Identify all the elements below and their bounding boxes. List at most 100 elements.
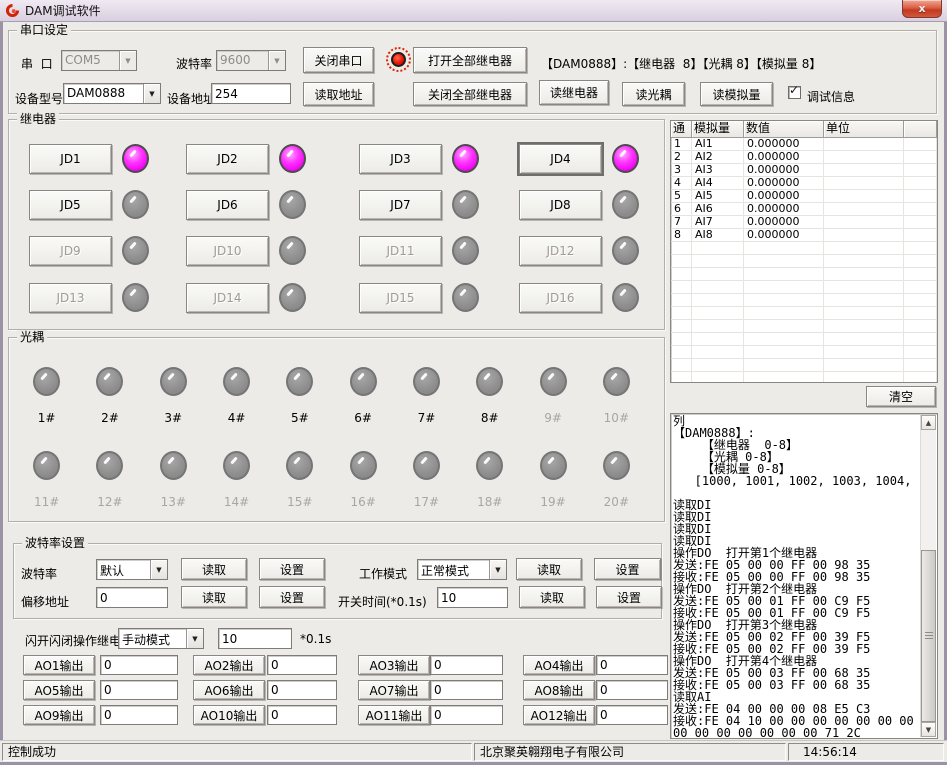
relay-button-jd10[interactable]: JD10 bbox=[186, 236, 269, 266]
ao-output-input-1[interactable] bbox=[100, 655, 178, 675]
relay-button-jd8[interactable]: JD8 bbox=[519, 190, 602, 220]
ao-output-button-8[interactable]: AO8输出 bbox=[523, 680, 595, 700]
table-row[interactable]: 2AI20.000000 bbox=[671, 151, 937, 164]
table-cell bbox=[904, 216, 937, 229]
ao-output-input-5[interactable] bbox=[100, 680, 178, 700]
close-all-relays-button[interactable]: 关闭全部继电器 bbox=[413, 82, 527, 106]
table-row[interactable]: 4AI40.000000 bbox=[671, 177, 937, 190]
ao-output-button-1[interactable]: AO1输出 bbox=[23, 655, 95, 675]
work-mode-select[interactable]: 正常模式 ▼ bbox=[417, 559, 507, 580]
ao-output-input-4[interactable] bbox=[596, 655, 668, 675]
log-scrollbar[interactable]: ▲ ▼ bbox=[920, 415, 936, 737]
table-cell bbox=[824, 372, 904, 383]
ao-output-button-6[interactable]: AO6输出 bbox=[193, 680, 265, 700]
close-button[interactable]: x bbox=[902, 0, 942, 18]
table-row[interactable] bbox=[671, 307, 937, 320]
ao-output-input-3[interactable] bbox=[430, 655, 503, 675]
table-row[interactable] bbox=[671, 255, 937, 268]
table-row[interactable] bbox=[671, 372, 937, 383]
relay-cell: JD13 bbox=[29, 283, 151, 313]
log-text[interactable]: 列【DAM0888】: 【继电器 0-8】 【光耦 0-8】 【模拟量 0-8】… bbox=[673, 415, 919, 737]
ao-output-button-10[interactable]: AO10输出 bbox=[193, 705, 265, 725]
read-relay-button[interactable]: 读继电器 bbox=[539, 80, 609, 105]
read-analog-button[interactable]: 读模拟量 bbox=[700, 82, 773, 106]
relay-button-jd6[interactable]: JD6 bbox=[186, 190, 269, 220]
relay-button-jd16[interactable]: JD16 bbox=[519, 283, 602, 313]
ao-output-input-9[interactable] bbox=[100, 705, 178, 725]
read-address-button[interactable]: 读取地址 bbox=[303, 82, 374, 106]
serial-group-title: 串口设定 bbox=[17, 23, 71, 38]
offset-set-button[interactable]: 设置 bbox=[259, 586, 325, 608]
relay-button-jd2[interactable]: JD2 bbox=[186, 144, 269, 174]
ao-output-button-3[interactable]: AO3输出 bbox=[358, 655, 430, 675]
table-row[interactable] bbox=[671, 268, 937, 281]
ao-output-button-5[interactable]: AO5输出 bbox=[23, 680, 95, 700]
switch-time-read-button[interactable]: 读取 bbox=[519, 586, 585, 608]
ao-output-input-12[interactable] bbox=[596, 705, 668, 725]
ao-output-button-2[interactable]: AO2输出 bbox=[193, 655, 265, 675]
table-row[interactable] bbox=[671, 359, 937, 372]
baud-setting-select[interactable]: 默认 ▼ bbox=[96, 559, 168, 580]
relay-button-jd4[interactable]: JD4 bbox=[519, 144, 602, 174]
baud-read-button[interactable]: 读取 bbox=[181, 558, 247, 580]
table-cell bbox=[671, 307, 692, 320]
relay-button-jd15[interactable]: JD15 bbox=[359, 283, 442, 313]
table-row[interactable]: 7AI70.000000 bbox=[671, 216, 937, 229]
table-row[interactable]: 8AI80.000000 bbox=[671, 229, 937, 242]
baud-select[interactable]: 9600 ▼ bbox=[216, 50, 286, 71]
ao-output-button-9[interactable]: AO9输出 bbox=[23, 705, 95, 725]
ao-output-input-6[interactable] bbox=[267, 680, 337, 700]
open-all-relays-button[interactable]: 打开全部继电器 bbox=[413, 47, 527, 73]
port-select[interactable]: COM5 ▼ bbox=[61, 50, 137, 71]
ao-output-input-10[interactable] bbox=[267, 705, 337, 725]
relay-button-jd3[interactable]: JD3 bbox=[359, 144, 442, 174]
ao-output-button-4[interactable]: AO4输出 bbox=[523, 655, 595, 675]
flash-time-input[interactable] bbox=[218, 628, 292, 649]
switch-time-input[interactable] bbox=[437, 587, 508, 608]
relay-button-jd1[interactable]: JD1 bbox=[29, 144, 112, 174]
table-row[interactable] bbox=[671, 242, 937, 255]
relay-button-jd12[interactable]: JD12 bbox=[519, 236, 602, 266]
read-opto-button[interactable]: 读光耦 bbox=[622, 82, 685, 106]
close-serial-button[interactable]: 关闭串口 bbox=[303, 47, 374, 73]
table-row[interactable]: 5AI50.000000 bbox=[671, 190, 937, 203]
debug-info-checkbox[interactable]: ✓ bbox=[788, 86, 801, 99]
scroll-down-icon[interactable]: ▼ bbox=[921, 722, 936, 737]
table-row[interactable] bbox=[671, 320, 937, 333]
table-row[interactable]: 1AI10.000000 bbox=[671, 138, 937, 151]
offset-read-button[interactable]: 读取 bbox=[181, 586, 247, 608]
relay-button-jd13[interactable]: JD13 bbox=[29, 283, 112, 313]
relay-button-jd9[interactable]: JD9 bbox=[29, 236, 112, 266]
table-row[interactable] bbox=[671, 346, 937, 359]
device-address-input[interactable] bbox=[211, 83, 291, 104]
ao-output-button-12[interactable]: AO12输出 bbox=[523, 705, 595, 725]
baud-set-button[interactable]: 设置 bbox=[259, 558, 325, 580]
switch-time-set-button[interactable]: 设置 bbox=[596, 586, 662, 608]
scrollbar-thumb[interactable] bbox=[921, 550, 936, 722]
ao-output-input-8[interactable] bbox=[596, 680, 668, 700]
flash-mode-select[interactable]: 手动模式 ▼ bbox=[118, 628, 204, 649]
ao-output-button-11[interactable]: AO11输出 bbox=[358, 705, 430, 725]
relay-button-jd7[interactable]: JD7 bbox=[359, 190, 442, 220]
table-row[interactable] bbox=[671, 333, 937, 346]
opto-label: 11# bbox=[34, 495, 59, 509]
clear-button[interactable]: 清空 bbox=[866, 386, 936, 407]
relay-button-jd5[interactable]: JD5 bbox=[29, 190, 112, 220]
table-cell bbox=[744, 320, 824, 333]
relay-button-jd11[interactable]: JD11 bbox=[359, 236, 442, 266]
table-row[interactable] bbox=[671, 281, 937, 294]
work-mode-set-button[interactable]: 设置 bbox=[594, 558, 661, 580]
work-mode-read-button[interactable]: 读取 bbox=[516, 558, 582, 580]
opto-label: 1# bbox=[38, 411, 56, 425]
ao-output-input-11[interactable] bbox=[430, 705, 503, 725]
relay-button-jd14[interactable]: JD14 bbox=[186, 283, 269, 313]
table-row[interactable]: 6AI60.000000 bbox=[671, 203, 937, 216]
table-row[interactable]: 3AI30.000000 bbox=[671, 164, 937, 177]
scroll-up-icon[interactable]: ▲ bbox=[921, 415, 936, 430]
offset-address-input[interactable] bbox=[96, 587, 168, 608]
device-model-select[interactable]: DAM0888 ▼ bbox=[63, 83, 161, 104]
ao-output-button-7[interactable]: AO7输出 bbox=[358, 680, 430, 700]
table-row[interactable] bbox=[671, 294, 937, 307]
ao-output-input-2[interactable] bbox=[267, 655, 337, 675]
ao-output-input-7[interactable] bbox=[430, 680, 503, 700]
